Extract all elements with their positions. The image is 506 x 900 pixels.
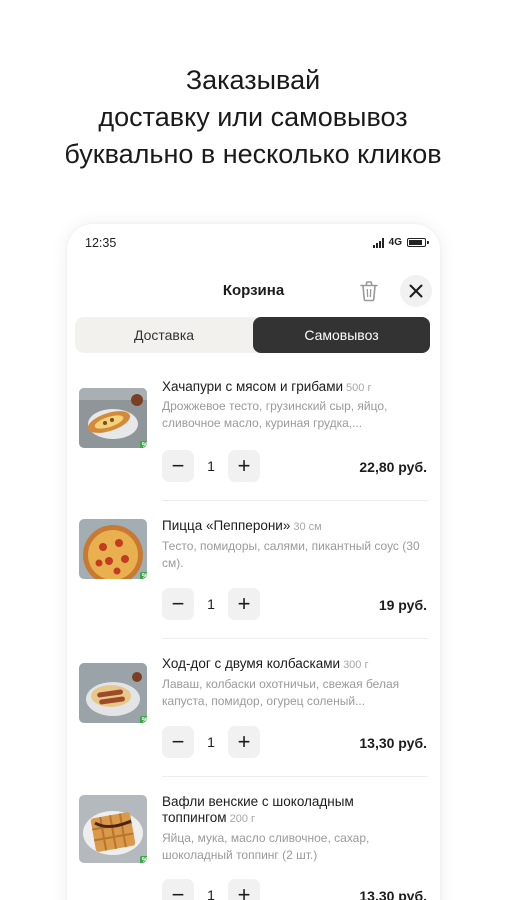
increase-button[interactable]: + (228, 588, 260, 620)
promo-line-3: буквально в несколько кликов (64, 139, 442, 169)
cart-item: % Хачапури с мясом и грибами500 г Дрожже… (79, 379, 432, 489)
delivery-mode-switch: Доставка Самовывоз (75, 317, 430, 353)
increase-button[interactable]: + (228, 726, 260, 758)
decrease-button[interactable]: − (162, 879, 194, 900)
veg-badge: % (140, 716, 147, 723)
close-icon (409, 284, 423, 298)
product-name: Вафли венские с шоколадным топпингом 200 … (162, 794, 354, 825)
item-divider (162, 776, 428, 777)
product-description: Тесто, помидоры, салями, пикантный соус … (162, 539, 420, 570)
status-bar: 12:35 4G (85, 236, 429, 252)
cart-item: % Ход-дог с двумя колбасками300 г Лаваш,… (79, 656, 432, 766)
close-button[interactable] (400, 275, 432, 307)
status-icons: 4G (372, 237, 429, 248)
decrease-button[interactable]: − (162, 450, 194, 482)
promo-heading: Заказывай доставку или самовывоз букваль… (0, 62, 506, 173)
product-weight: 500 г (346, 382, 372, 394)
battery-icon (407, 238, 429, 247)
quantity-value: 1 (207, 596, 215, 612)
product-price: 19 руб. (378, 597, 427, 613)
product-price: 13,30 руб. (359, 888, 427, 900)
status-time: 12:35 (85, 236, 117, 250)
product-price: 13,30 руб. (359, 735, 427, 751)
cart-header: Корзина (67, 274, 440, 308)
quantity-value: 1 (207, 458, 215, 474)
promo-line-2: доставку или самовывоз (98, 102, 408, 132)
quantity-value: 1 (207, 887, 215, 900)
trash-icon[interactable] (359, 280, 379, 302)
veg-badge: % (140, 441, 147, 448)
decrease-button[interactable]: − (162, 726, 194, 758)
network-type: 4G (388, 237, 402, 248)
item-divider (162, 638, 428, 639)
quantity-stepper: − 1 + (162, 450, 260, 482)
quantity-stepper: − 1 + (162, 588, 260, 620)
product-name: Ход-дог с двумя колбасками 300 г (162, 656, 369, 671)
product-weight: 30 см (293, 521, 322, 533)
cart-item: % Вафли венские с шоколадным топпингом20… (79, 794, 432, 900)
veg-badge: % (140, 856, 147, 863)
item-divider (162, 500, 428, 501)
decrease-button[interactable]: − (162, 588, 194, 620)
page-title: Корзина (222, 282, 285, 299)
quantity-value: 1 (207, 734, 215, 750)
increase-button[interactable]: + (228, 450, 260, 482)
tab-pickup[interactable]: Самовывоз (253, 317, 430, 353)
tab-delivery[interactable]: Доставка (75, 317, 253, 353)
product-name: Хачапури с мясом и грибами 500 г (162, 379, 372, 394)
product-weight: 300 г (343, 659, 369, 671)
product-weight: 200 г (229, 813, 255, 825)
signal-icon (372, 237, 384, 248)
veg-badge: % (140, 572, 147, 579)
product-image[interactable]: % (79, 519, 147, 579)
increase-button[interactable]: + (228, 879, 260, 900)
product-description: Дрожжевое тесто, грузинский сыр, яйцо, с… (162, 399, 388, 430)
quantity-stepper: − 1 + (162, 726, 260, 758)
phone-screen: 12:35 4G Корзина Доставка Самовывоз Хача… (67, 224, 440, 900)
product-name: Пицца «Пепперони» 30 см (162, 518, 322, 533)
product-description: Яйца, мука, масло сливочное, сахар, шоко… (162, 831, 370, 862)
product-price: 22,80 руб. (359, 459, 427, 475)
cart-item: % Пицца «Пепперони»30 см Тесто, помидоры… (79, 518, 432, 628)
product-image[interactable]: % (79, 663, 147, 723)
product-image[interactable]: % (79, 388, 147, 448)
promo-line-1: Заказывай (185, 65, 321, 95)
quantity-stepper: − 1 + (162, 879, 260, 900)
product-image[interactable]: % (79, 795, 147, 863)
product-description: Лаваш, колбаски охотничьи, свежая белая … (162, 677, 400, 708)
